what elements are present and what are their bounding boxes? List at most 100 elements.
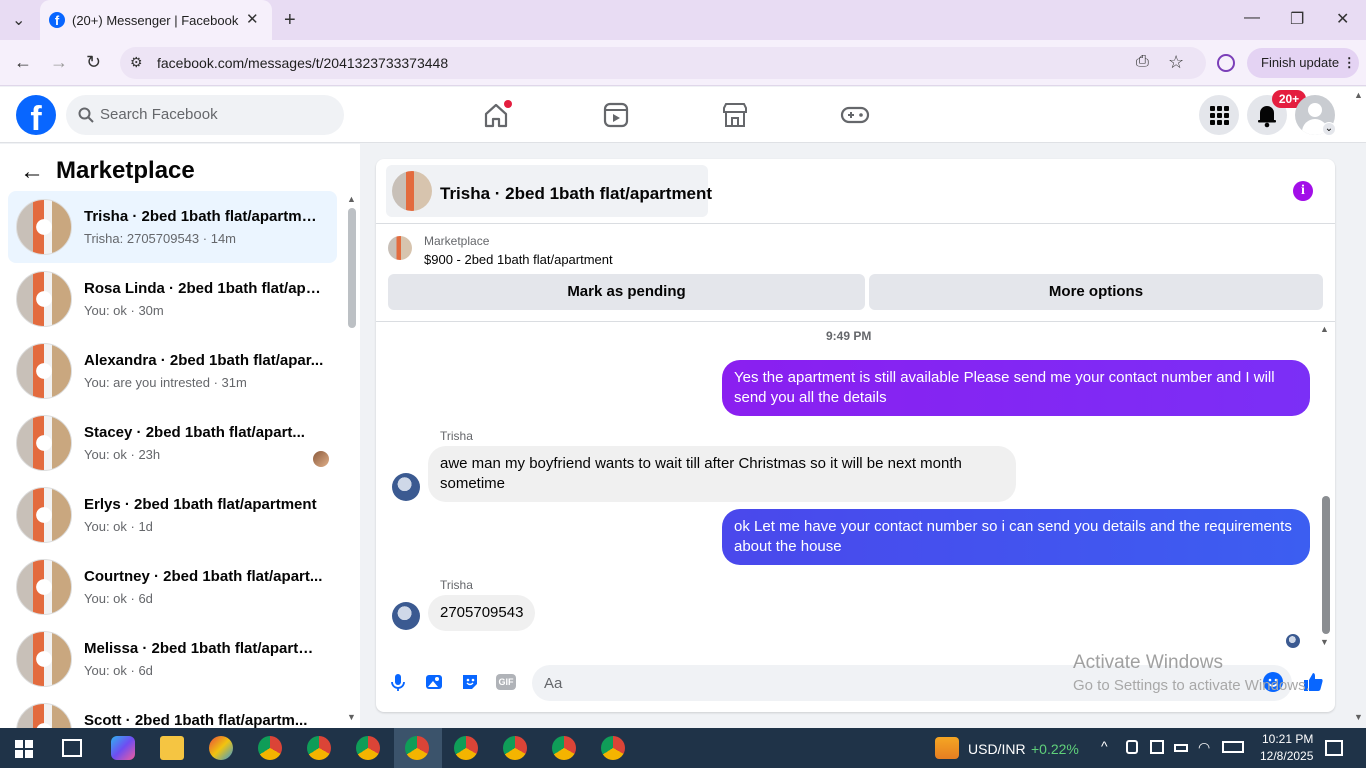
minimize-icon[interactable]: — [1244,9,1260,27]
chat-scrollbar-thumb[interactable] [1322,496,1330,634]
clock-date[interactable]: 12/8/2025 [1260,749,1313,763]
conversation-preview: You: are you intrested · 31m [84,375,247,390]
mark-as-pending-button[interactable]: Mark as pending [388,274,865,310]
chrome-profile-active-icon[interactable] [405,736,429,760]
notification-center-icon[interactable] [1325,740,1343,756]
profile-icon[interactable] [1217,54,1235,72]
paint-icon[interactable] [209,736,233,760]
menu-grid-button[interactable] [1199,95,1239,135]
listing-avatar [16,271,72,327]
chrome-profile-7-icon[interactable] [601,736,625,760]
conversation-item[interactable]: Alexandra · 2bed 1bath flat/apar... You:… [8,335,337,407]
sidebar-scrollbar-thumb[interactable] [348,208,356,328]
home-icon[interactable] [476,100,516,130]
chat-list-sidebar: ← Marketplace Trisha · 2bed 1bath flat/a… [0,144,360,728]
chrome-profile-5-icon[interactable] [503,736,527,760]
clock-time[interactable]: 10:21 PM [1262,732,1313,746]
new-tab-icon[interactable]: + [284,9,296,32]
sender-avatar[interactable] [392,473,420,501]
marketplace-icon[interactable] [715,100,755,130]
back-arrow-icon[interactable]: ← [20,158,44,186]
incoming-message[interactable]: 2705709543 [428,595,536,631]
search-icon [78,107,94,123]
finish-update-button[interactable]: Finish update ⋮ [1247,48,1359,78]
info-icon[interactable]: i [1293,181,1313,201]
maximize-icon[interactable]: ❐ [1290,9,1304,29]
listing-avatar [16,487,72,543]
incoming-message[interactable]: awe man my boyfriend wants to wait till … [428,446,1016,502]
listing-thumbnail[interactable] [388,236,412,260]
conversation-name: Erlys · 2bed 1bath flat/apartment [84,496,317,513]
file-explorer-icon[interactable] [160,736,184,760]
url-text[interactable]: facebook.com/messages/t/2041323733373448 [157,55,448,71]
conversation-item[interactable]: Courtney · 2bed 1bath flat/apart... You:… [8,551,337,623]
chat-scroll-down-icon[interactable]: ▼ [1320,637,1329,647]
conversation-item[interactable]: Erlys · 2bed 1bath flat/apartment You: o… [8,479,337,551]
show-hidden-icons-chevron-icon[interactable]: ^ [1101,738,1108,754]
bookmark-star-icon[interactable]: ☆ [1168,52,1184,73]
wifi-icon[interactable]: ◠ [1198,739,1210,756]
page-scroll-down-icon[interactable]: ▼ [1354,712,1363,722]
tab-close-icon[interactable]: ✕ [246,10,259,28]
window-close-icon[interactable]: ✕ [1336,9,1349,29]
message-sender: Trisha [440,578,473,592]
listing-title[interactable]: $900 - 2bed 1bath flat/apartment [424,252,613,267]
chrome-profile-2-icon[interactable] [307,736,331,760]
browser-tab[interactable]: f (20+) Messenger | Facebook ✕ [40,0,272,40]
outgoing-message[interactable]: Yes the apartment is still available Ple… [722,360,1310,416]
sidebar-title: Marketplace [56,157,195,184]
back-icon[interactable]: ← [14,52,32,73]
search-input[interactable]: Search Facebook [66,95,344,135]
search-placeholder: Search Facebook [100,106,218,123]
stock-widget-icon[interactable] [935,737,959,759]
reload-icon[interactable]: ↻ [86,52,101,73]
keyboard-icon[interactable] [1222,741,1244,753]
site-info-icon[interactable]: ⚙ [130,54,143,71]
conversation-item[interactable]: Melissa · 2bed 1bath flat/apartm... You:… [8,623,337,695]
install-app-icon[interactable]: ⎙ [1136,53,1149,71]
conversation-name: Stacey · 2bed 1bath flat/apart... [84,424,305,441]
tab-search-chevron-icon[interactable]: ⌄ [12,10,25,30]
conversation-item[interactable]: Scott · 2bed 1bath flat/apartm... [8,695,337,728]
seen-avatar [313,451,329,467]
facebook-favicon-icon: f [49,12,65,28]
conversation-item[interactable]: Stacey · 2bed 1bath flat/apart... You: o… [8,407,337,479]
stock-ticker[interactable]: USD/INR [968,741,1026,757]
conversation-name: Melissa · 2bed 1bath flat/apartm... [84,640,324,657]
sender-avatar[interactable] [392,602,420,630]
video-icon[interactable] [596,100,636,130]
facebook-logo-icon[interactable]: f [16,95,56,135]
device-icon[interactable] [1126,740,1138,754]
alert-icon[interactable] [1150,740,1164,754]
chat-scroll-up-icon[interactable]: ▲ [1320,324,1329,334]
gif-icon[interactable]: GIF [496,674,516,690]
microphone-icon[interactable] [388,672,408,692]
windows-start-icon[interactable] [14,739,34,759]
listing-avatar [16,559,72,615]
task-view-icon[interactable] [62,739,82,757]
scroll-up-arrow-icon[interactable]: ▲ [347,194,356,204]
sticker-icon[interactable] [460,672,480,692]
account-chevron-icon[interactable]: ⌄ [1322,122,1336,136]
more-options-button[interactable]: More options [869,274,1323,310]
read-receipt-avatar [1286,634,1300,648]
listing-avatar [16,631,72,687]
battery-icon[interactable] [1174,744,1188,752]
conversation-name: Rosa Linda · 2bed 1bath flat/apa... [84,280,324,297]
gaming-icon[interactable] [835,100,875,130]
forward-icon[interactable]: → [50,52,68,73]
chrome-profile-1-icon[interactable] [258,736,282,760]
scroll-down-arrow-icon[interactable]: ▼ [347,712,356,722]
page-scroll-up-icon[interactable]: ▲ [1354,90,1363,100]
chat-header-button[interactable]: Trisha · 2bed 1bath flat/apartment [386,165,712,217]
conversation-item[interactable]: Rosa Linda · 2bed 1bath flat/apa... You:… [8,263,337,335]
conversation-name: Scott · 2bed 1bath flat/apartm... [84,712,308,728]
copilot-icon[interactable] [111,736,135,760]
photo-icon[interactable] [424,672,444,692]
outgoing-message[interactable]: ok Let me have your contact number so i … [722,509,1310,565]
grid-icon [1210,106,1229,125]
chrome-profile-3-icon[interactable] [356,736,380,760]
chrome-profile-4-icon[interactable] [454,736,478,760]
conversation-item[interactable]: Trisha · 2bed 1bath flat/apartment Trish… [8,191,337,263]
chrome-profile-6-icon[interactable] [552,736,576,760]
